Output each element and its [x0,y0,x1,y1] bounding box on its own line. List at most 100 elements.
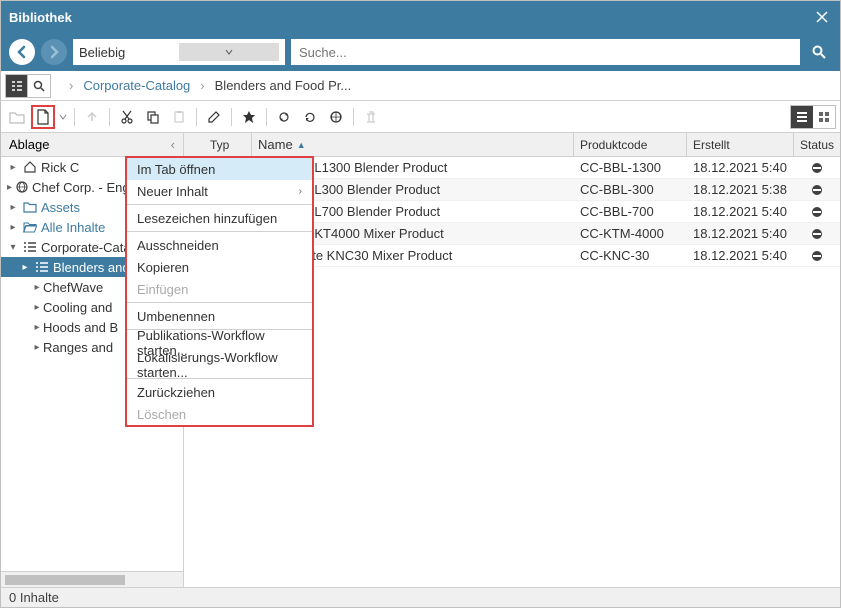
close-button[interactable] [812,7,832,27]
cell-status [794,227,840,241]
breadcrumb-item[interactable]: Corporate-Catalog [83,78,190,93]
cut-button[interactable] [115,105,139,129]
breadcrumb: › Corporate-Catalog › Blenders and Food … [51,78,351,93]
cm-new-content[interactable]: Neuer Inhalt› [127,180,312,202]
new-document-button[interactable] [31,105,55,129]
expand-icon[interactable]: ▾ [7,242,19,253]
expand-icon[interactable]: ▸ [7,182,12,193]
col-date[interactable]: Erstellt [687,133,794,156]
cell-code: CC-BBL-700 [574,204,687,219]
search-mode-icon[interactable] [28,75,50,97]
sync-button[interactable] [272,105,296,129]
expand-icon[interactable]: ▸ [31,302,43,313]
copy-button[interactable] [141,105,165,129]
forward-button[interactable] [41,39,67,65]
view-mode-icons [5,74,51,98]
sidebar-title: Ablage [9,137,171,152]
cm-open-tab[interactable]: Im Tab öffnen [127,158,312,180]
context-menu: Im Tab öffnen Neuer Inhalt› Lesezeichen … [125,156,314,427]
filter-combo[interactable]: Beliebig [73,39,285,65]
cell-date: 18.12.2021 5:40 [687,226,794,241]
statusbar: 0 Inhalte [1,587,840,607]
chevron-right-icon: › [299,186,302,197]
new-folder-button[interactable] [5,105,29,129]
main-area: Ablage ‹ ▸Rick C▸Chef Corp. - Englisch (… [1,133,840,587]
tree-label: Rick C [41,160,79,175]
list-icon [22,239,38,255]
delete-button [359,105,383,129]
chevron-down-icon [179,43,279,61]
cell-date: 18.12.2021 5:40 [687,204,794,219]
sidebar-header: Ablage ‹ [1,133,183,157]
dropdown-icon[interactable] [57,105,69,129]
list-view-button[interactable] [791,106,813,128]
breadcrumb-item[interactable]: Blenders and Food Pr... [215,78,352,93]
view-toggle [790,105,836,129]
sort-asc-icon: ▲ [297,140,306,150]
cm-withdraw[interactable]: Zurückziehen [127,381,312,403]
titlebar: Bibliothek [1,1,840,33]
cell-code: CC-BBL-1300 [574,160,687,175]
expand-icon[interactable]: ▸ [31,282,43,293]
refresh-button[interactable] [298,105,322,129]
tree-label: ChefWave [43,280,103,295]
cm-loc-workflow[interactable]: Lokalisierungs-Workflow starten... [127,354,312,376]
chevron-right-icon: › [69,78,73,93]
folder-open-icon [22,219,38,235]
tree-label: Alle Inhalte [41,220,105,235]
edit-button[interactable] [202,105,226,129]
grid-view-button[interactable] [813,106,835,128]
col-code[interactable]: Produktcode [574,133,687,156]
search-button[interactable] [806,39,832,65]
grid-header: Typ Name▲ Produktcode Erstellt Status [184,133,840,157]
cell-status [794,183,840,197]
tree-label: Hoods and B [43,320,118,335]
window-title: Bibliothek [9,10,812,25]
col-icon[interactable] [184,133,204,156]
col-name[interactable]: Name▲ [252,133,574,156]
globe-button[interactable] [324,105,348,129]
expand-icon[interactable]: ▸ [7,162,19,173]
expand-icon[interactable]: ▸ [19,262,31,273]
cell-status [794,205,840,219]
scrollbar-h[interactable] [1,571,183,587]
cm-cut[interactable]: Ausschneiden [127,234,312,256]
cell-status [794,161,840,175]
search-input[interactable] [299,45,792,60]
expand-icon[interactable]: ▸ [31,322,43,333]
cell-status [794,249,840,263]
cell-date: 18.12.2021 5:40 [687,160,794,175]
status-text: 0 Inhalte [9,590,59,605]
breadcrumb-bar: › Corporate-Catalog › Blenders and Food … [1,71,840,101]
bookmark-button[interactable] [237,105,261,129]
back-button[interactable] [9,39,35,65]
search-box[interactable] [291,39,800,65]
nav-bar: Beliebig [1,33,840,71]
tree-mode-icon[interactable] [6,75,28,97]
cell-date: 18.12.2021 5:38 [687,182,794,197]
expand-icon[interactable]: ▸ [7,222,19,233]
expand-icon[interactable]: ▸ [31,342,43,353]
tree-label: Assets [41,200,80,215]
folder-icon [22,199,38,215]
expand-icon[interactable]: ▸ [7,202,19,213]
cm-rename[interactable]: Umbenennen [127,305,312,327]
cell-code: CC-BBL-300 [574,182,687,197]
cm-bookmark[interactable]: Lesezeichen hinzufügen [127,207,312,229]
up-button [80,105,104,129]
chevron-right-icon: › [200,78,204,93]
collapse-icon[interactable]: ‹ [171,137,175,152]
toolbar [1,101,840,133]
cell-code: CC-KNC-30 [574,248,687,263]
tree-label: Blenders and [53,260,130,275]
col-typ[interactable]: Typ [204,133,252,156]
cm-copy[interactable]: Kopieren [127,256,312,278]
filter-label: Beliebig [79,45,179,60]
cm-delete: Löschen [127,403,312,425]
home-icon [22,159,38,175]
paste-button [167,105,191,129]
cm-paste: Einfügen [127,278,312,300]
list-icon [34,259,50,275]
col-status[interactable]: Status [794,133,840,156]
cell-code: CC-KTM-4000 [574,226,687,241]
